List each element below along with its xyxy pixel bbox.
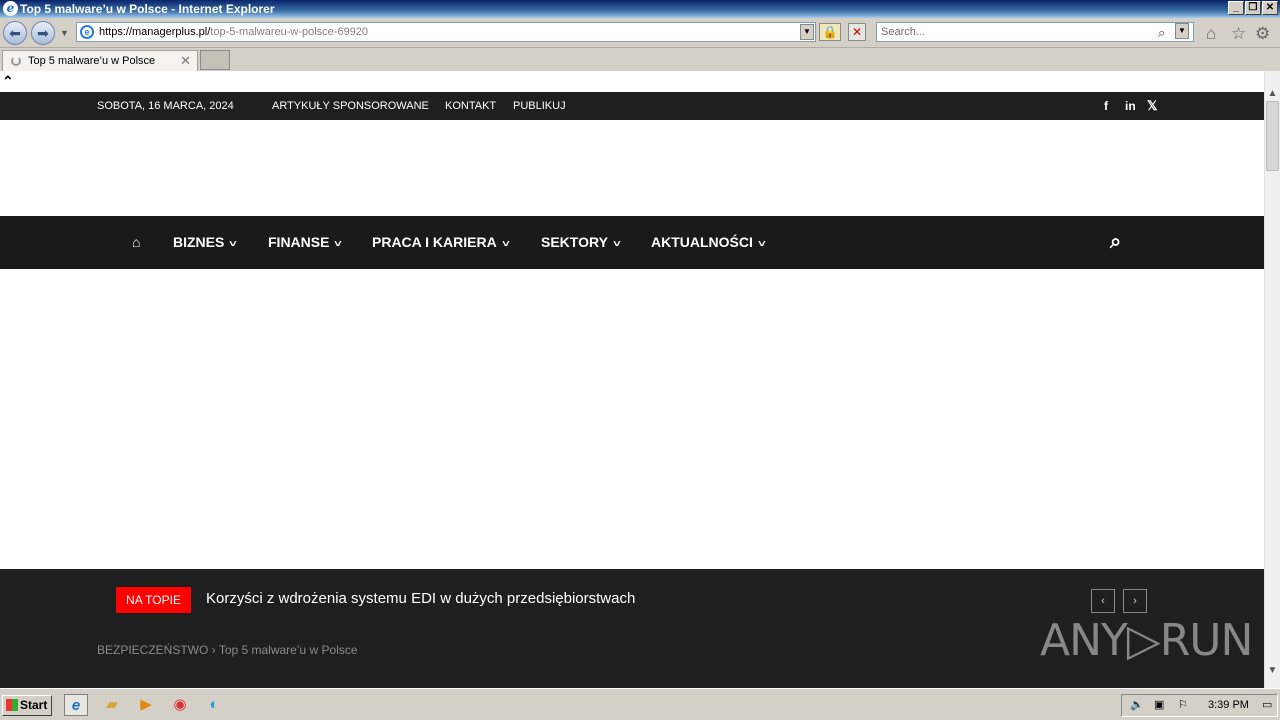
windows-flag-icon: [6, 699, 18, 711]
chevron-down-icon: ˅: [229, 239, 238, 250]
arrow-right-icon: ➡: [37, 25, 49, 41]
vertical-scrollbar[interactable]: ▲ ▼: [1264, 71, 1280, 688]
site-search-icon[interactable]: ⌕: [1110, 216, 1121, 269]
minimize-button[interactable]: _: [1228, 1, 1244, 15]
nav-label: FINANSE: [268, 234, 330, 250]
nav-item-biznes[interactable]: BIZNES ˅: [173, 216, 238, 271]
site-topbar: SOBOTA, 16 MARCA, 2024 ARTYKUŁY SPONSORO…: [0, 92, 1264, 120]
loading-spinner-icon: [11, 56, 21, 66]
tab-active[interactable]: Top 5 malware’u w Polsce ✕: [2, 50, 198, 71]
nav-label: BIZNES: [173, 234, 225, 250]
search-input[interactable]: Search...: [876, 22, 1194, 42]
nav-label: PRACA I KARIERA: [372, 234, 497, 250]
taskbar: Start e ▰ ▶ ◉ ◐ 🔈 ▣ ⚐ 3:39 PM ▭: [0, 688, 1280, 720]
taskbar-chrome-icon[interactable]: ◉: [168, 694, 192, 716]
lock-icon: 🔒: [822, 25, 838, 39]
taskbar-folder-icon[interactable]: ▰: [100, 694, 124, 716]
start-label: Start: [20, 698, 48, 712]
arrow-left-icon: ⬅: [9, 25, 21, 41]
nav-label: AKTUALNOŚCI: [651, 234, 753, 250]
chevron-down-icon: ˅: [758, 239, 766, 250]
search-dropdown-icon[interactable]: ▼: [1175, 23, 1189, 39]
nav-item-praca[interactable]: PRACA I KARIERA ˅: [372, 216, 509, 271]
main-navigation: ⌂ BIZNES ˅ FINANSE ˅ PRACA I KARIERA ˅ SEKT…: [0, 216, 1264, 269]
tab-title: Top 5 malware’u w Polsce: [28, 55, 156, 67]
start-button[interactable]: Start: [2, 695, 52, 716]
scroll-thumb[interactable]: [1266, 101, 1279, 171]
taskbar-media-player-icon[interactable]: ▶: [134, 694, 158, 716]
page-favicon-icon: e: [80, 25, 94, 39]
chevron-down-icon: ˅: [613, 239, 621, 250]
chevron-up-icon[interactable]: ⌃: [2, 73, 14, 90]
top-link-contact[interactable]: KONTAKT: [445, 92, 496, 120]
scroll-down-icon[interactable]: ▼: [1265, 663, 1280, 678]
volume-icon[interactable]: 🔈: [1130, 695, 1144, 716]
watermark-logo: ANY▷RUN: [1040, 615, 1253, 666]
address-bar[interactable]: e https://managerplus.pl/top-5-malwareu-…: [76, 22, 816, 42]
taskbar-ie-icon[interactable]: e: [64, 694, 88, 716]
x-twitter-icon[interactable]: 𝕏: [1147, 92, 1157, 120]
chevron-down-icon: ˅: [501, 239, 510, 250]
breadcrumb-separator: ›: [211, 643, 216, 657]
show-desktop-icon[interactable]: ▭: [1262, 695, 1272, 716]
search-icon[interactable]: ⌕: [1158, 25, 1165, 41]
home-nav-icon[interactable]: ⌂: [132, 216, 140, 269]
chevron-right-icon: ›: [1133, 595, 1137, 607]
nav-item-aktualnosci[interactable]: AKTUALNOŚCI ˅: [651, 216, 766, 271]
network-icon[interactable]: ▣: [1154, 695, 1164, 716]
favorites-star-icon[interactable]: ☆: [1231, 25, 1246, 42]
breadcrumb: BEZPIECZEŃSTWO › Top 5 malware’u w Polsc…: [97, 642, 358, 658]
home-icon[interactable]: ⌂: [1206, 25, 1216, 42]
linkedin-icon[interactable]: in: [1125, 92, 1136, 120]
tab-close-icon[interactable]: ✕: [180, 51, 191, 71]
ticker-section: NA TOPIE Korzyści z wdrożenia systemu ED…: [0, 569, 1264, 688]
chevron-down-icon: ˅: [334, 239, 343, 250]
nav-item-finanse[interactable]: FINANSE ˅: [268, 216, 343, 271]
top-link-publish[interactable]: PUBLIKUJ: [513, 92, 566, 120]
taskbar-edge-icon[interactable]: ◐: [202, 694, 226, 716]
address-dropdown-icon[interactable]: ▼: [800, 24, 814, 40]
url-path: top-5-malwareu-w-polsce-69920: [210, 26, 369, 38]
close-window-button[interactable]: ✕: [1262, 1, 1278, 15]
stop-icon: ✕: [851, 25, 863, 39]
ticker-headline[interactable]: Korzyści z wdrożenia systemu EDI w dużyc…: [206, 589, 635, 609]
window-title: Top 5 malware’u w Polsce - Internet Expl…: [20, 2, 275, 16]
security-lock-button[interactable]: 🔒: [819, 23, 841, 41]
url-domain: https://managerplus.pl/: [99, 26, 211, 38]
breadcrumb-current: Top 5 malware’u w Polsce: [218, 643, 358, 657]
chevron-left-icon: ‹: [1101, 595, 1105, 607]
current-date: SOBOTA, 16 MARCA, 2024: [97, 100, 234, 112]
stop-button[interactable]: ✕: [848, 23, 866, 41]
action-center-flag-icon[interactable]: ⚐: [1178, 695, 1188, 716]
nav-label: SEKTORY: [541, 234, 608, 250]
facebook-icon[interactable]: f: [1104, 92, 1108, 120]
top-link-sponsored[interactable]: ARTYKUŁY SPONSOROWANE: [272, 92, 429, 120]
scroll-up-icon[interactable]: ▲: [1265, 86, 1280, 101]
web-page: ⌃ SOBOTA, 16 MARCA, 2024 ARTYKUŁY SPONSO…: [0, 71, 1264, 688]
browser-toolbar: ⬅ ➡ ▼ e https://managerplus.pl/top-5-mal…: [0, 18, 1280, 48]
window-titlebar: e Top 5 malware’u w Polsce - Internet Ex…: [0, 0, 1280, 18]
ie-logo-icon: e: [3, 1, 18, 16]
nav-item-sektory[interactable]: SEKTORY ˅: [541, 216, 621, 271]
tab-row: Top 5 malware’u w Polsce ✕: [0, 48, 1280, 71]
forward-button[interactable]: ➡: [31, 21, 55, 45]
gear-icon[interactable]: ⚙: [1255, 25, 1270, 42]
restore-button[interactable]: ❐: [1245, 1, 1261, 15]
back-button[interactable]: ⬅: [3, 21, 27, 45]
history-dropdown-icon[interactable]: ▼: [60, 28, 69, 38]
new-tab-button[interactable]: [200, 50, 230, 70]
clock[interactable]: 3:39 PM: [1208, 695, 1249, 716]
breadcrumb-category[interactable]: BEZPIECZEŃSTWO: [97, 643, 208, 657]
trending-badge: NA TOPIE: [116, 587, 191, 613]
system-tray: 🔈 ▣ ⚐ 3:39 PM ▭: [1121, 694, 1278, 717]
